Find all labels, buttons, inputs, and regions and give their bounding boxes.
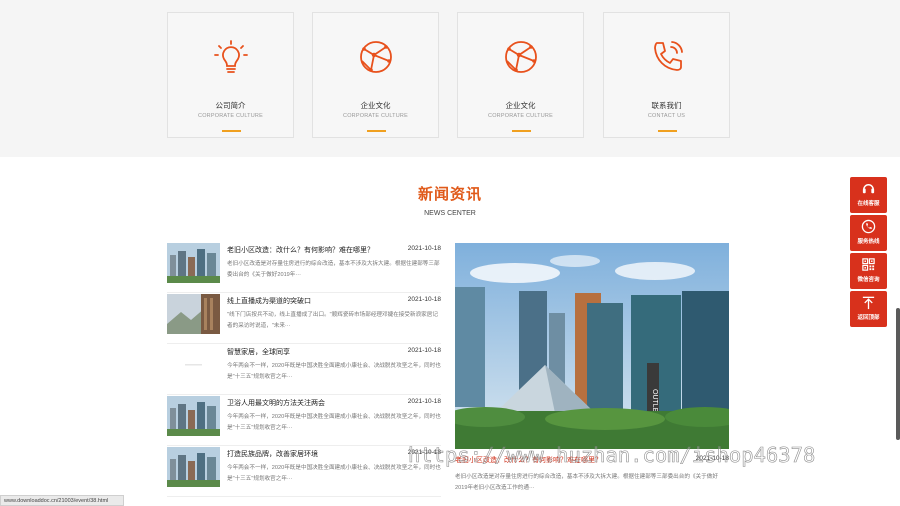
side-button-label: 服务热线 xyxy=(857,239,880,245)
news-description: 今年两会不一样，2020年既是中国决胜全面建成小康社会、决战脱贫攻坚之年，同时也… xyxy=(227,414,441,431)
news-list-item[interactable]: 线上直播成为渠道的突破口 2021-10-18 "线下门店按兵不动，线上直播成了… xyxy=(167,294,441,344)
news-description: 老旧小区改造是对存量住房进行的综合改造，基本不涉及大拆大建。根据住建部等三部委出… xyxy=(227,261,440,278)
card-subtitle: CORPORATE CULTURE xyxy=(488,113,553,119)
page-scrollbar[interactable] xyxy=(896,308,900,440)
news-thumbnail xyxy=(167,396,220,436)
status-bar-url: www.downloaddoc.cn/21003/event/38.html xyxy=(0,495,124,506)
news-title[interactable]: 智慧家居，全球同享 xyxy=(227,347,290,357)
online-service-button[interactable]: 在线客服 xyxy=(850,177,887,213)
qrcode-icon xyxy=(862,258,875,271)
news-title[interactable]: 卫浴人用最文明的方法关注两会 xyxy=(227,398,325,408)
lightbulb-icon xyxy=(214,40,248,73)
news-title[interactable]: 线上直播成为渠道的突破口 xyxy=(227,296,311,306)
arrow-up-icon xyxy=(862,296,875,310)
card-contact-us[interactable]: 联系我们 CONTACT US xyxy=(603,12,730,138)
news-date: 2021-10-18 xyxy=(407,398,441,405)
news-description: 今年两会不一样，2020年既是中国决胜全面建成小康社会、决战脱贫攻坚之年，同时也… xyxy=(227,363,441,380)
side-button-label: 返回顶部 xyxy=(857,315,880,321)
globe-network-icon xyxy=(505,41,537,73)
card-underline xyxy=(222,130,241,132)
card-corporate-culture-2[interactable]: 企业文化 CORPORATE CULTURE xyxy=(457,12,584,138)
card-corporate-culture[interactable]: 企业文化 CORPORATE CULTURE xyxy=(312,12,439,138)
intro-section: 公司简介 CORPORATE CULTURE 企业文化 CORPORATE CU… xyxy=(0,0,900,157)
wechat-consult-button[interactable]: 微信咨询 xyxy=(850,253,887,289)
card-underline xyxy=(367,130,386,132)
phone-icon xyxy=(654,41,683,71)
featured-news-image[interactable]: OUTLET xyxy=(455,243,729,449)
card-title: 企业文化 xyxy=(505,101,536,110)
card-underline xyxy=(512,130,531,132)
back-to-top-button[interactable]: 返回顶部 xyxy=(850,291,887,327)
card-title: 联系我们 xyxy=(651,101,682,110)
news-thumbnail xyxy=(167,447,220,487)
phone-call-icon xyxy=(861,219,876,234)
news-date: 2021-10-18 xyxy=(407,347,441,354)
news-description: "线下门店按兵不动，线上直播成了出口。"顺辉瓷砖市场部经理邓婕在接受新浪家居记者… xyxy=(227,312,438,329)
news-list-item[interactable]: 老旧小区改造：改什么？有何影响？难在哪里？ 2021-10-18 老旧小区改造是… xyxy=(167,243,441,293)
card-subtitle: CORPORATE CULTURE xyxy=(343,113,408,119)
news-date: 2021-10-18 xyxy=(407,296,441,303)
news-thumbnail xyxy=(167,345,220,385)
card-subtitle: CORPORATE CULTURE xyxy=(198,113,263,119)
news-date: 2021-10-18 xyxy=(407,245,441,252)
news-thumbnail xyxy=(167,294,220,334)
news-list-item[interactable]: 打造民族品牌，改善家居环境 2021-10-18 今年两会不一样，2020年既是… xyxy=(167,447,441,497)
card-underline xyxy=(658,130,677,132)
news-thumbnail xyxy=(167,243,220,283)
news-list-item[interactable]: 智慧家居，全球同享 2021-10-18 今年两会不一样，2020年既是中国决胜… xyxy=(167,345,441,395)
service-hotline-button[interactable]: 服务热线 xyxy=(850,215,887,251)
side-button-label: 微信咨询 xyxy=(857,277,880,283)
news-title[interactable]: 老旧小区改造：改什么？有何影响？难在哪里？ xyxy=(227,245,374,255)
card-company-profile[interactable]: 公司简介 CORPORATE CULTURE xyxy=(167,12,294,138)
news-section-subtitle: NEWS CENTER xyxy=(424,210,476,217)
card-title: 企业文化 xyxy=(360,101,391,110)
card-subtitle: CONTACT US xyxy=(647,113,686,119)
news-list-item[interactable]: 卫浴人用最文明的方法关注两会 2021-10-18 今年两会不一样，2020年既… xyxy=(167,396,441,446)
side-button-label: 在线客服 xyxy=(857,201,880,207)
news-section-title: 新闻资讯 xyxy=(417,186,482,203)
watermark-text: https://www.huzhan.com/ishop46378 xyxy=(408,443,816,468)
headset-icon xyxy=(862,184,875,194)
card-title: 公司简介 xyxy=(215,101,246,110)
news-title[interactable]: 打造民族品牌，改善家居环境 xyxy=(227,449,318,459)
featured-news-description: 老旧小区改造是对存量住房进行的综合改造，基本不涉及大拆大建。根据住建部等三部委出… xyxy=(455,474,718,491)
globe-network-icon xyxy=(360,41,392,73)
